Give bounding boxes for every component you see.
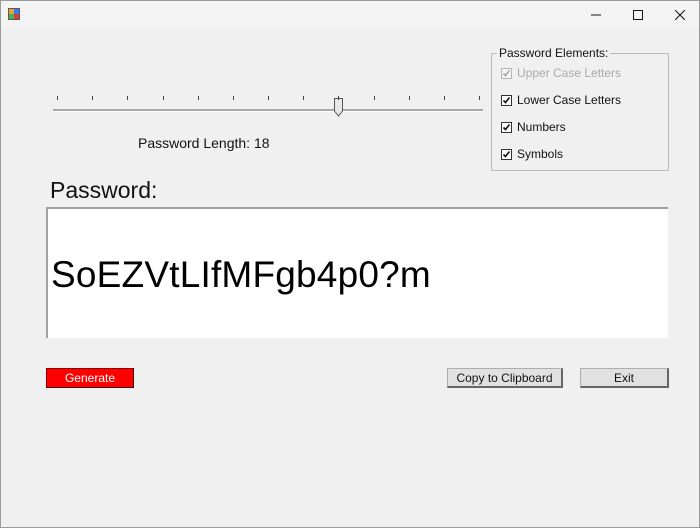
checkbox-box[interactable] [501,121,512,133]
copy-to-clipboard-button[interactable]: Copy to Clipboard [447,368,563,388]
checkmark-icon [502,150,511,158]
checkbox-label: Lower Case Letters [517,93,622,107]
slider-tick [92,96,94,100]
password-heading: Password: [50,177,158,203]
close-button[interactable] [657,1,699,29]
maximize-icon [633,10,643,20]
slider-tick [162,96,164,100]
slider-tick [268,96,269,100]
app-window: Password Length: 18 Password Elements: U… [0,0,700,528]
checkmark-icon [502,69,511,77]
checkbox-symbols[interactable]: Symbols [501,146,563,162]
slider-tick [408,96,410,100]
checkbox-lower-case[interactable]: Lower Case Letters [501,92,621,108]
checkbox-box[interactable] [501,148,512,160]
slider-tick [57,96,58,100]
app-icon [8,8,20,20]
checkmark-icon [502,96,511,104]
slider-tick [127,96,129,100]
checkbox-label: Upper Case Letters [517,66,622,80]
checkbox-box[interactable] [501,94,512,106]
slider-tick [232,96,234,100]
slider-tick [373,96,375,100]
checkbox-numbers[interactable]: Numbers [501,119,566,135]
checkbox-label: Numbers [517,120,566,134]
slider-tick [303,96,305,100]
title-bar[interactable] [1,1,699,29]
password-length-label: Password Length: 18 [138,135,270,151]
password-output-box[interactable]: SoEZVtLIfMFgb4p0?m [46,207,668,338]
minimize-button[interactable] [573,1,619,29]
generate-button[interactable]: Generate [46,368,134,388]
password-length-slider[interactable] [53,89,483,121]
checkmark-icon [502,123,511,131]
slider-tick [338,96,340,100]
slider-tick [197,96,199,100]
slider-tick [479,96,480,100]
slider-thumb[interactable] [334,98,344,117]
password-output-text[interactable]: SoEZVtLIfMFgb4p0?m [51,254,431,296]
close-icon [675,10,685,20]
maximize-button[interactable] [615,1,661,29]
slider-track[interactable] [53,109,483,112]
password-elements-title: Password Elements: [497,46,611,60]
exit-button[interactable]: Exit [580,368,669,388]
checkbox-upper-case[interactable]: Upper Case Letters [501,65,621,81]
minimize-icon [591,14,601,16]
slider-tick [443,96,445,100]
checkbox-label: Symbols [517,147,564,161]
checkbox-box[interactable] [501,67,512,79]
